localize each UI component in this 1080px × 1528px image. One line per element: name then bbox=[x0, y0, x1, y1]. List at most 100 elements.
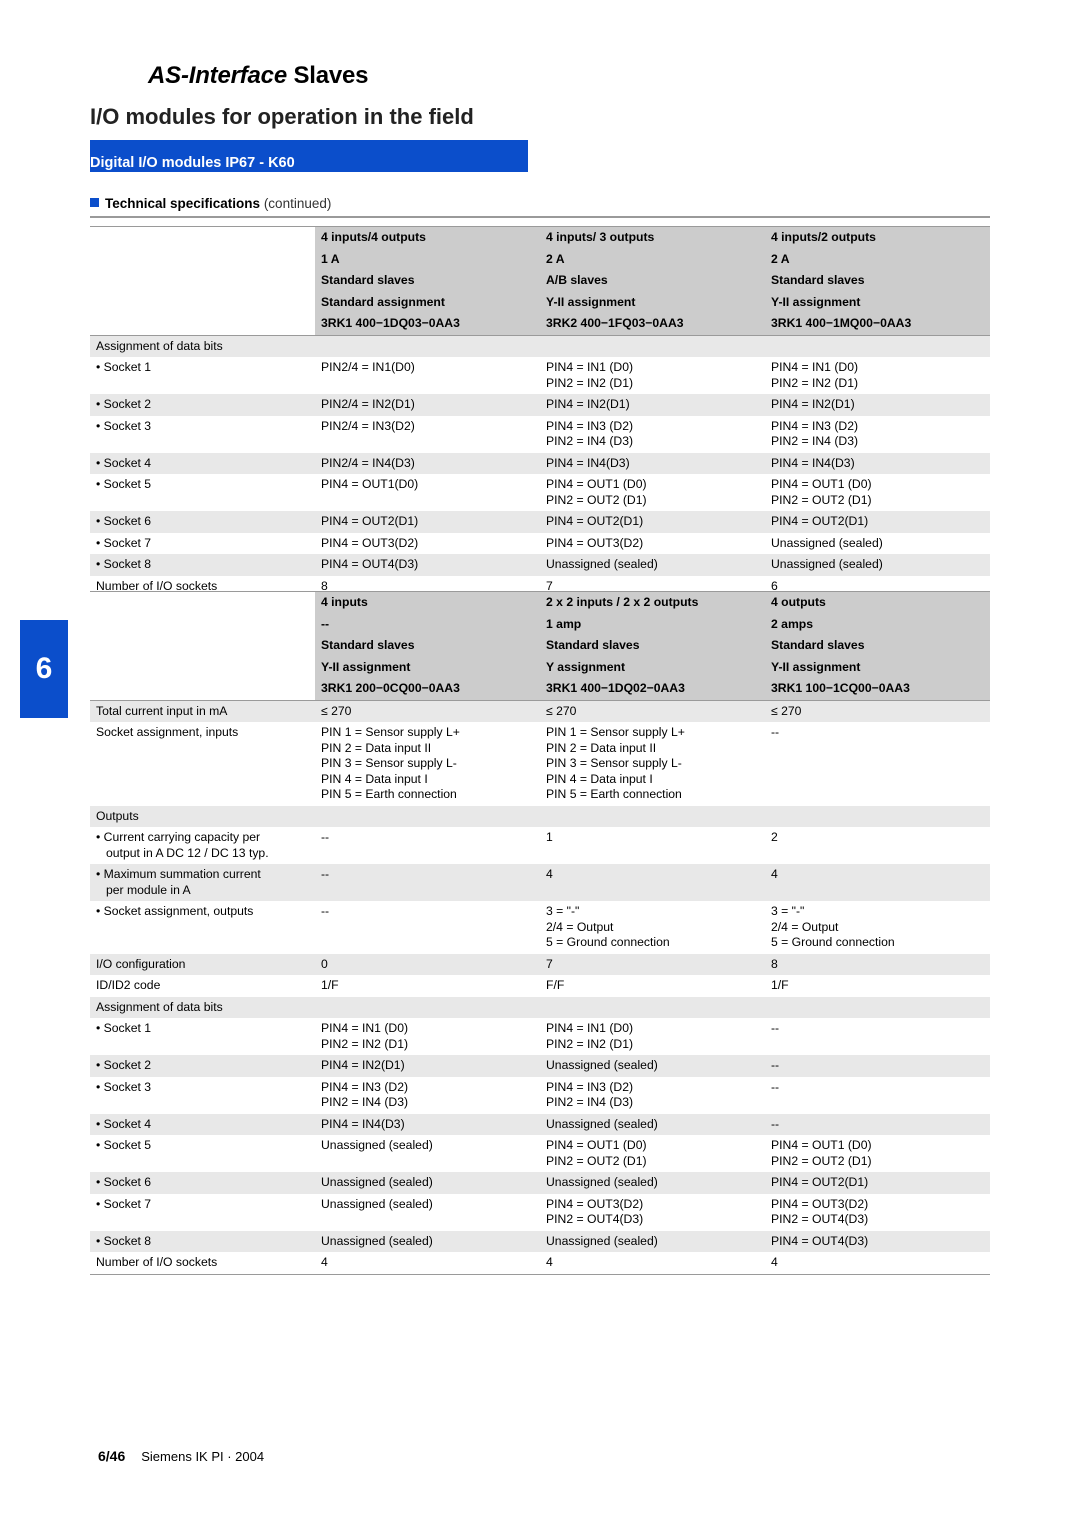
row-label: • Socket 4 bbox=[90, 1113, 315, 1135]
table-row: • Socket 3 PIN4 = IN3 (D2) PIN2 = IN4 (D3)… bbox=[90, 1076, 990, 1114]
row-label bbox=[90, 613, 315, 635]
table-cell: PIN4 = IN1 (D0) PIN2 = IN2 (D1) bbox=[540, 357, 765, 394]
header-cell: 4 inputs/2 outputs bbox=[765, 226, 990, 249]
row-label: • Socket assignment, outputs bbox=[90, 901, 315, 954]
table-header-row: Y-II assignment Y assignment Y-II assignme… bbox=[90, 656, 990, 678]
table-cell: 8 bbox=[765, 953, 990, 975]
table-cell: 2 bbox=[765, 827, 990, 864]
table-cell bbox=[540, 805, 765, 827]
header-cell: 3RK1 400−1DQ02−0AA3 bbox=[540, 678, 765, 701]
row-label bbox=[90, 678, 315, 701]
table-cell: PIN2/4 = IN1(D0) bbox=[315, 357, 540, 394]
table-cell bbox=[765, 335, 990, 357]
row-label: • Maximum summation current per module in… bbox=[90, 864, 315, 901]
table-row: • Socket 8 Unassigned (sealed) Unassigned … bbox=[90, 1230, 990, 1252]
table-header-row: Standard slaves A/B slaves Standard slaves bbox=[90, 270, 990, 292]
table-header-row: 4 inputs/4 outputs 4 inputs/ 3 outputs 4 i… bbox=[90, 226, 990, 249]
row-label: • Socket 5 bbox=[90, 474, 315, 511]
section-banner-label: Digital I/O modules IP67 - K60 bbox=[90, 155, 295, 171]
table-cell: F/F bbox=[540, 975, 765, 997]
table-cell: PIN4 = IN1 (D0) PIN2 = IN2 (D1) bbox=[540, 1018, 765, 1055]
table-cell: PIN4 = IN2(D1) bbox=[540, 394, 765, 416]
row-label bbox=[90, 656, 315, 678]
table-cell: PIN4 = OUT4(D3) bbox=[765, 1230, 990, 1252]
table-cell: PIN4 = OUT1(D0) bbox=[315, 474, 540, 511]
table-cell: 4 bbox=[765, 1252, 990, 1275]
table-cell: PIN4 = OUT3(D2) bbox=[540, 532, 765, 554]
table-cell: Unassigned (sealed) bbox=[315, 1172, 540, 1194]
table-cell: PIN4 = OUT1 (D0) PIN2 = OUT2 (D1) bbox=[540, 1135, 765, 1172]
header-cell: 2 amps bbox=[765, 613, 990, 635]
table-cell: Unassigned (sealed) bbox=[540, 554, 765, 576]
table-row: • Socket 2 PIN2/4 = IN2(D1) PIN4 = IN2(D1)… bbox=[90, 394, 990, 416]
table-cell bbox=[315, 805, 540, 827]
table-row: • Socket assignment, outputs -- 3 = "-" 2/4… bbox=[90, 901, 990, 954]
table-row: Assignment of data bits bbox=[90, 335, 990, 357]
table-header-row: Standard slaves Standard slaves Standard s… bbox=[90, 635, 990, 657]
table-row: • Current carrying capacity per output in… bbox=[90, 827, 990, 864]
table-row: Outputs bbox=[90, 805, 990, 827]
table-cell: PIN 1 = Sensor supply L+ PIN 2 = Data inp… bbox=[315, 722, 540, 806]
table-row: Total current input in mA ≤ 270 ≤ 270 ≤ 270 bbox=[90, 700, 990, 722]
row-label: • Socket 8 bbox=[90, 554, 315, 576]
table-cell: -- bbox=[315, 901, 540, 954]
row-label: • Current carrying capacity per output in… bbox=[90, 827, 315, 864]
table-cell: Unassigned (sealed) bbox=[315, 1230, 540, 1252]
table-cell: PIN4 = IN4(D3) bbox=[540, 452, 765, 474]
table-cell: PIN4 = IN1 (D0) PIN2 = IN2 (D1) bbox=[765, 357, 990, 394]
row-label: Number of I/O sockets bbox=[90, 1252, 315, 1275]
row-label bbox=[90, 291, 315, 313]
table-cell bbox=[765, 996, 990, 1018]
table-header-row: 4 inputs 2 x 2 inputs / 2 x 2 outputs 4 ou… bbox=[90, 591, 990, 614]
table-header-row: -- 1 amp 2 amps bbox=[90, 613, 990, 635]
header-cell: Y-II assignment bbox=[765, 656, 990, 678]
subsection-title-suffix: (continued) bbox=[260, 196, 332, 211]
row-label: Assignment of data bits bbox=[90, 996, 315, 1018]
table-row: • Socket 2 PIN4 = IN2(D1) Unassigned (seal… bbox=[90, 1055, 990, 1077]
table-cell: 1/F bbox=[765, 975, 990, 997]
row-label: ID/ID2 code bbox=[90, 975, 315, 997]
table-row: • Maximum summation current per module in… bbox=[90, 864, 990, 901]
row-label: • Socket 4 bbox=[90, 452, 315, 474]
table-cell: 4 bbox=[315, 1252, 540, 1275]
table-cell bbox=[765, 805, 990, 827]
table-cell: 4 bbox=[540, 864, 765, 901]
table-cell: ≤ 270 bbox=[540, 700, 765, 722]
table-row: Assignment of data bits bbox=[90, 996, 990, 1018]
table-cell bbox=[315, 335, 540, 357]
table-cell: Unassigned (sealed) bbox=[765, 532, 990, 554]
row-label: I/O configuration bbox=[90, 953, 315, 975]
table-cell: -- bbox=[315, 864, 540, 901]
header-cell: 4 inputs/ 3 outputs bbox=[540, 226, 765, 249]
row-label: Assignment of data bits bbox=[90, 335, 315, 357]
row-label: • Socket 6 bbox=[90, 511, 315, 533]
row-label bbox=[90, 248, 315, 270]
table-row: • Socket 5 PIN4 = OUT1(D0) PIN4 = OUT1 (D0… bbox=[90, 474, 990, 511]
table-row: • Socket 5 Unassigned (sealed) PIN4 = OUT1… bbox=[90, 1135, 990, 1172]
table-cell: -- bbox=[315, 827, 540, 864]
header-cell: 3RK1 100−1CQ00−0AA3 bbox=[765, 678, 990, 701]
table-cell: Unassigned (sealed) bbox=[540, 1055, 765, 1077]
table-cell: PIN4 = OUT1 (D0) PIN2 = OUT2 (D1) bbox=[540, 474, 765, 511]
table-row: • Socket 7 Unassigned (sealed) PIN4 = OUT3… bbox=[90, 1193, 990, 1231]
table-header-row: Standard assignment Y-II assignment Y-II a… bbox=[90, 291, 990, 313]
table-cell: PIN4 = IN2(D1) bbox=[315, 1055, 540, 1077]
table-row: Number of I/O sockets 4 4 4 bbox=[90, 1252, 990, 1275]
table-cell: PIN4 = OUT3(D2) bbox=[315, 532, 540, 554]
table-cell: PIN4 = IN3 (D2) PIN2 = IN4 (D3) bbox=[765, 415, 990, 453]
table-header-row: 3RK1 200−0CQ00−0AA3 3RK1 400−1DQ02−0AA3 3R… bbox=[90, 678, 990, 701]
table-cell bbox=[540, 335, 765, 357]
row-label: Socket assignment, inputs bbox=[90, 722, 315, 806]
table-cell: PIN 1 = Sensor supply L+ PIN 2 = Data inp… bbox=[540, 722, 765, 806]
header-cell: 3RK1 400−1MQ00−0AA3 bbox=[765, 313, 990, 336]
page-number: 6/46 bbox=[98, 1448, 126, 1464]
subsection-title: Technical specifications (continued) bbox=[90, 196, 990, 211]
header-cell: Y-II assignment bbox=[315, 656, 540, 678]
header-cell: Standard assignment bbox=[315, 291, 540, 313]
row-label bbox=[90, 591, 315, 614]
table-header-row: 1 A2 A2 A bbox=[90, 248, 990, 270]
table-cell: 3 = "-" 2/4 = Output 5 = Ground connection bbox=[540, 901, 765, 954]
header-cell: 3RK2 400−1FQ03−0AA3 bbox=[540, 313, 765, 336]
spec-table-1: 4 inputs/4 outputs 4 inputs/ 3 outputs 4 i… bbox=[90, 226, 990, 598]
row-label: • Socket 7 bbox=[90, 532, 315, 554]
